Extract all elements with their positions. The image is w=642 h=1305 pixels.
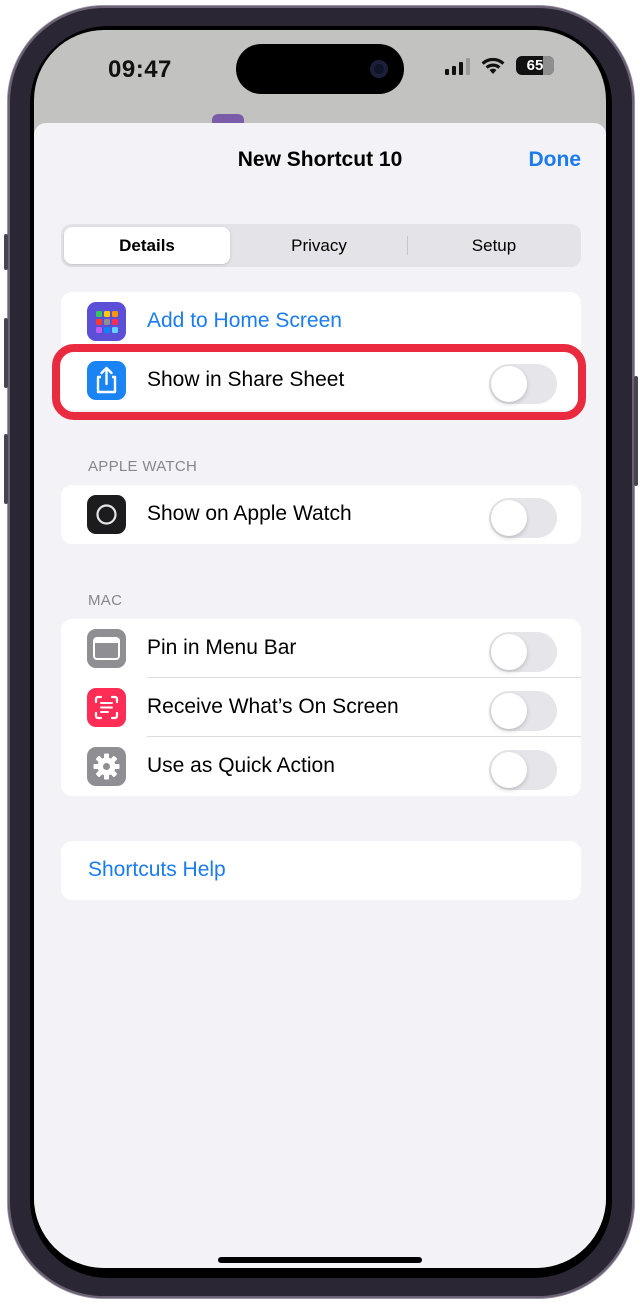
add-to-home-screen-label: Add to Home Screen bbox=[147, 309, 342, 332]
add-to-home-screen-row[interactable]: Add to Home Screen bbox=[61, 292, 581, 351]
show-on-apple-watch-row: Show on Apple Watch bbox=[61, 485, 581, 544]
home-indicator[interactable] bbox=[218, 1257, 422, 1263]
battery-icon: 65 bbox=[516, 56, 554, 75]
use-as-quick-action-label: Use as Quick Action bbox=[147, 754, 335, 777]
use-as-quick-action-row: Use as Quick Action bbox=[61, 737, 581, 796]
mac-section-header: MAC bbox=[88, 592, 123, 609]
sheet-title: New Shortcut 10 bbox=[237, 148, 403, 171]
done-button[interactable]: Done bbox=[529, 148, 582, 172]
toggle-knob bbox=[491, 752, 527, 788]
screen-capture-text-icon bbox=[87, 688, 126, 727]
status-time: 09:47 bbox=[108, 56, 172, 83]
tab-setup[interactable]: Setup bbox=[409, 227, 579, 264]
segmented-control: Details Privacy Setup bbox=[61, 224, 581, 267]
action-button bbox=[4, 234, 8, 270]
status-icons: 65 bbox=[445, 56, 554, 75]
cellular-signal-icon bbox=[445, 57, 470, 75]
menu-bar-window-icon bbox=[87, 629, 126, 668]
shortcut-details-sheet: New Shortcut 10 Done Details Privacy Set… bbox=[34, 123, 606, 1268]
receive-whats-on-screen-label: Receive What’s On Screen bbox=[147, 695, 399, 718]
tab-privacy[interactable]: Privacy bbox=[233, 227, 405, 264]
receive-whats-on-screen-row: Receive What’s On Screen bbox=[61, 678, 581, 737]
screen: 09:47 65 New Shortcut 10 Done Details Pr… bbox=[34, 30, 606, 1268]
wifi-icon bbox=[481, 57, 505, 74]
show-on-apple-watch-toggle[interactable] bbox=[489, 498, 557, 538]
volume-down-button bbox=[4, 434, 8, 504]
mac-group: Pin in Menu Bar Receive What’s On Screen bbox=[61, 619, 581, 796]
pin-in-menu-bar-label: Pin in Menu Bar bbox=[147, 636, 297, 659]
receive-whats-on-screen-toggle[interactable] bbox=[489, 691, 557, 731]
use-as-quick-action-toggle[interactable] bbox=[489, 750, 557, 790]
highlight-annotation-box bbox=[52, 344, 586, 420]
volume-up-button bbox=[4, 318, 8, 388]
toggle-knob bbox=[491, 634, 527, 670]
pin-in-menu-bar-row: Pin in Menu Bar bbox=[61, 619, 581, 678]
toggle-knob bbox=[491, 693, 527, 729]
tab-details[interactable]: Details bbox=[64, 227, 230, 264]
shortcuts-help-link[interactable]: Shortcuts Help bbox=[88, 858, 226, 882]
shortcuts-help-row[interactable]: Shortcuts Help bbox=[61, 841, 581, 900]
dynamic-island bbox=[236, 44, 404, 94]
apple-watch-section-header: APPLE WATCH bbox=[88, 458, 198, 475]
home-screen-grid-icon bbox=[87, 302, 126, 341]
apple-watch-group: Show on Apple Watch bbox=[61, 485, 581, 544]
segment-divider bbox=[407, 236, 408, 255]
toggle-knob bbox=[491, 500, 527, 536]
camera-icon bbox=[370, 60, 388, 78]
battery-level: 65 bbox=[526, 57, 544, 74]
show-on-apple-watch-label: Show on Apple Watch bbox=[147, 502, 352, 525]
gear-icon bbox=[87, 747, 126, 786]
pin-in-menu-bar-toggle[interactable] bbox=[489, 632, 557, 672]
apple-watch-icon bbox=[87, 495, 126, 534]
power-button bbox=[634, 376, 638, 486]
